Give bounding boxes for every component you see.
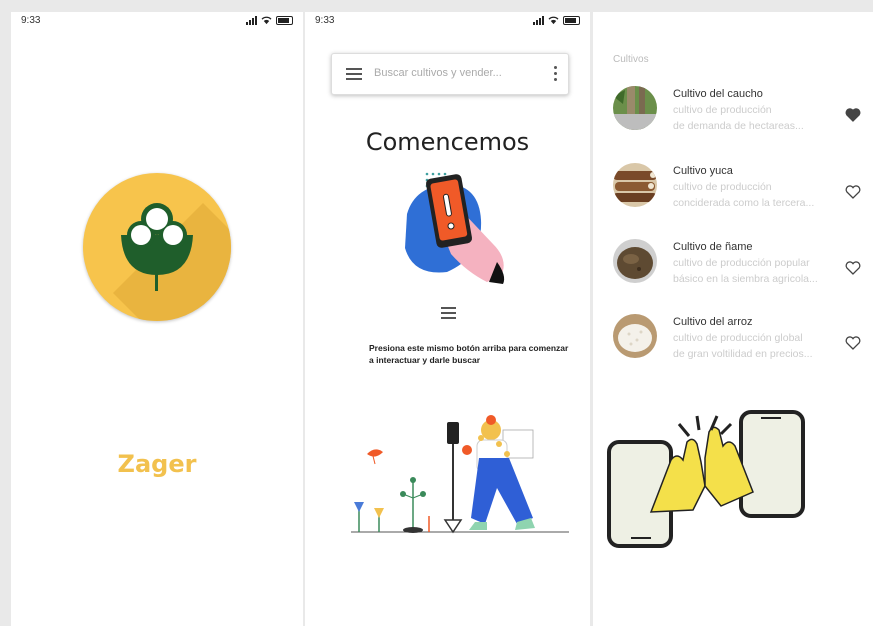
section-title: Cultivos	[613, 54, 649, 65]
signal-icon	[533, 15, 544, 25]
phone-hand-illustration	[405, 172, 505, 284]
crop-name: Cultivo yuca	[673, 165, 733, 177]
splash-screen: 9:33 Zager	[11, 12, 303, 626]
battery-icon	[276, 15, 293, 25]
crop-name: Cultivo de ñame	[673, 241, 753, 253]
more-vert-icon[interactable]	[554, 66, 558, 84]
status-time: 9:33	[315, 15, 335, 26]
high-five-phones-illustration	[607, 410, 805, 548]
heart-icon[interactable]	[845, 185, 861, 199]
instruction-text: Presiona este mismo botón arriba para co…	[369, 343, 569, 365]
crop-image-yuca	[613, 163, 657, 207]
battery-icon	[563, 15, 580, 25]
crop-image-name	[613, 239, 657, 283]
crop-description-line2: de demanda de hectareas...	[673, 120, 804, 132]
list-item[interactable]: Cultivo de ñame cultivo de producción po…	[613, 239, 861, 299]
status-bar: 9:33	[315, 15, 580, 29]
list-item[interactable]: Cultivo del arroz cultivo de producción …	[613, 314, 861, 374]
app-logo	[83, 173, 231, 321]
heart-icon[interactable]	[845, 261, 861, 275]
menu-icon[interactable]	[441, 307, 456, 319]
crop-name: Cultivo del caucho	[673, 88, 763, 100]
crops-screen: Cultivos Cultivo del caucho cultivo de p…	[593, 12, 873, 626]
heart-icon[interactable]	[845, 336, 861, 350]
status-bar: 9:33	[21, 15, 293, 29]
search-screen: 9:33 Buscar cultivos y vender... Comence…	[305, 12, 590, 626]
list-item[interactable]: Cultivo yuca cultivo de producción conci…	[613, 163, 861, 223]
list-item[interactable]: Cultivo del caucho cultivo de producción…	[613, 86, 861, 146]
crop-description-line1: cultivo de producción	[673, 104, 772, 116]
crop-name: Cultivo del arroz	[673, 316, 753, 328]
crop-image-arroz	[613, 314, 657, 358]
status-time: 9:33	[21, 15, 41, 26]
wifi-icon	[261, 16, 272, 24]
crop-description-line2: de gran voltilidad en precios...	[673, 348, 813, 360]
crop-description-line1: cultivo de producción global	[673, 332, 803, 344]
crop-description-line2: conciderada como la tercera...	[673, 197, 815, 209]
signal-icon	[246, 15, 257, 25]
gardener-illustration	[351, 415, 569, 534]
heart-icon[interactable]	[845, 108, 861, 122]
menu-icon[interactable]	[346, 68, 362, 80]
crop-image-caucho	[613, 86, 657, 130]
page-title: Comencemos	[365, 128, 530, 156]
search-bar[interactable]: Buscar cultivos y vender...	[331, 53, 569, 95]
crop-description-line2: básico en la siembra agricola...	[673, 273, 818, 285]
crop-description-line1: cultivo de producción	[673, 181, 772, 193]
search-input[interactable]: Buscar cultivos y vender...	[374, 67, 502, 79]
brand-name: Zager	[117, 450, 197, 478]
wifi-icon	[548, 16, 559, 24]
crop-description-line1: cultivo de producción popular	[673, 257, 810, 269]
